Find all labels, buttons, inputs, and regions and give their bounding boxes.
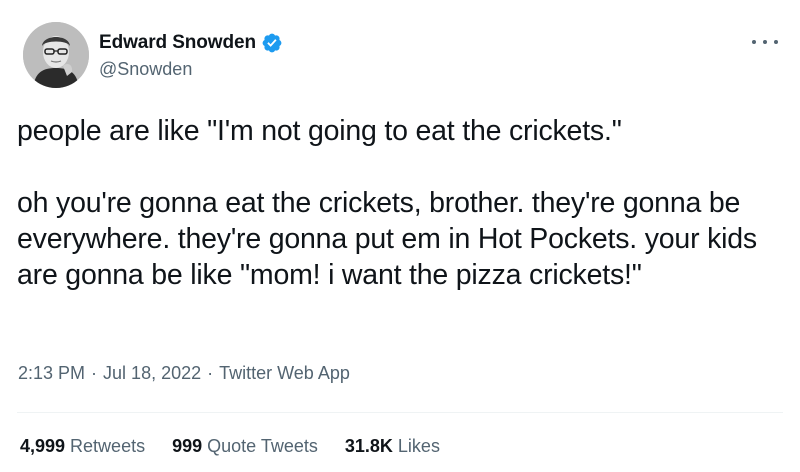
tweet-paragraph: oh you're gonna eat the crickets, brothe… bbox=[17, 187, 757, 291]
more-dot-icon bbox=[752, 40, 756, 44]
more-options-icon[interactable] bbox=[752, 32, 778, 52]
display-name[interactable]: Edward Snowden bbox=[99, 32, 256, 54]
divider bbox=[17, 412, 783, 413]
meta-separator: · bbox=[207, 363, 214, 383]
quote-tweets-stat[interactable]: 999 Quote Tweets bbox=[172, 436, 318, 457]
retweets-count: 4,999 bbox=[20, 436, 66, 456]
tweet-time[interactable]: 2:13 PM bbox=[18, 363, 85, 384]
avatar[interactable] bbox=[23, 22, 89, 88]
retweets-label: Retweets bbox=[70, 436, 146, 456]
likes-label: Likes bbox=[397, 436, 440, 456]
author-identity: Edward Snowden @Snowden bbox=[99, 30, 283, 80]
more-dot-icon bbox=[774, 40, 778, 44]
tweet-stats: 4,999 Retweets 999 Quote Tweets 31.8K Li… bbox=[20, 436, 467, 457]
tweet-paragraph: people are like "I'm not going to eat th… bbox=[17, 115, 622, 147]
likes-count: 31.8K bbox=[344, 436, 393, 456]
quote-tweets-label: Quote Tweets bbox=[207, 436, 318, 456]
quote-tweets-count: 999 bbox=[172, 436, 203, 456]
meta-separator: · bbox=[91, 363, 98, 383]
retweets-stat[interactable]: 4,999 Retweets bbox=[20, 436, 145, 457]
tweet-source[interactable]: Twitter Web App bbox=[219, 363, 350, 384]
more-dot-icon bbox=[763, 40, 767, 44]
likes-stat[interactable]: 31.8K Likes bbox=[345, 436, 440, 457]
tweet-text: people are like "I'm not going to eat th… bbox=[17, 113, 777, 293]
name-row: Edward Snowden bbox=[99, 30, 283, 56]
verified-badge-icon bbox=[261, 32, 283, 54]
avatar-portrait-icon bbox=[23, 22, 89, 88]
tweet-card: Edward Snowden @Snowden people are like … bbox=[0, 0, 800, 472]
tweet-header: Edward Snowden @Snowden bbox=[23, 22, 283, 88]
tweet-date[interactable]: Jul 18, 2022 bbox=[103, 363, 201, 384]
tweet-metadata: 2:13 PM · Jul 18, 2022 · Twitter Web App bbox=[18, 363, 350, 384]
author-handle[interactable]: @Snowden bbox=[99, 59, 283, 80]
